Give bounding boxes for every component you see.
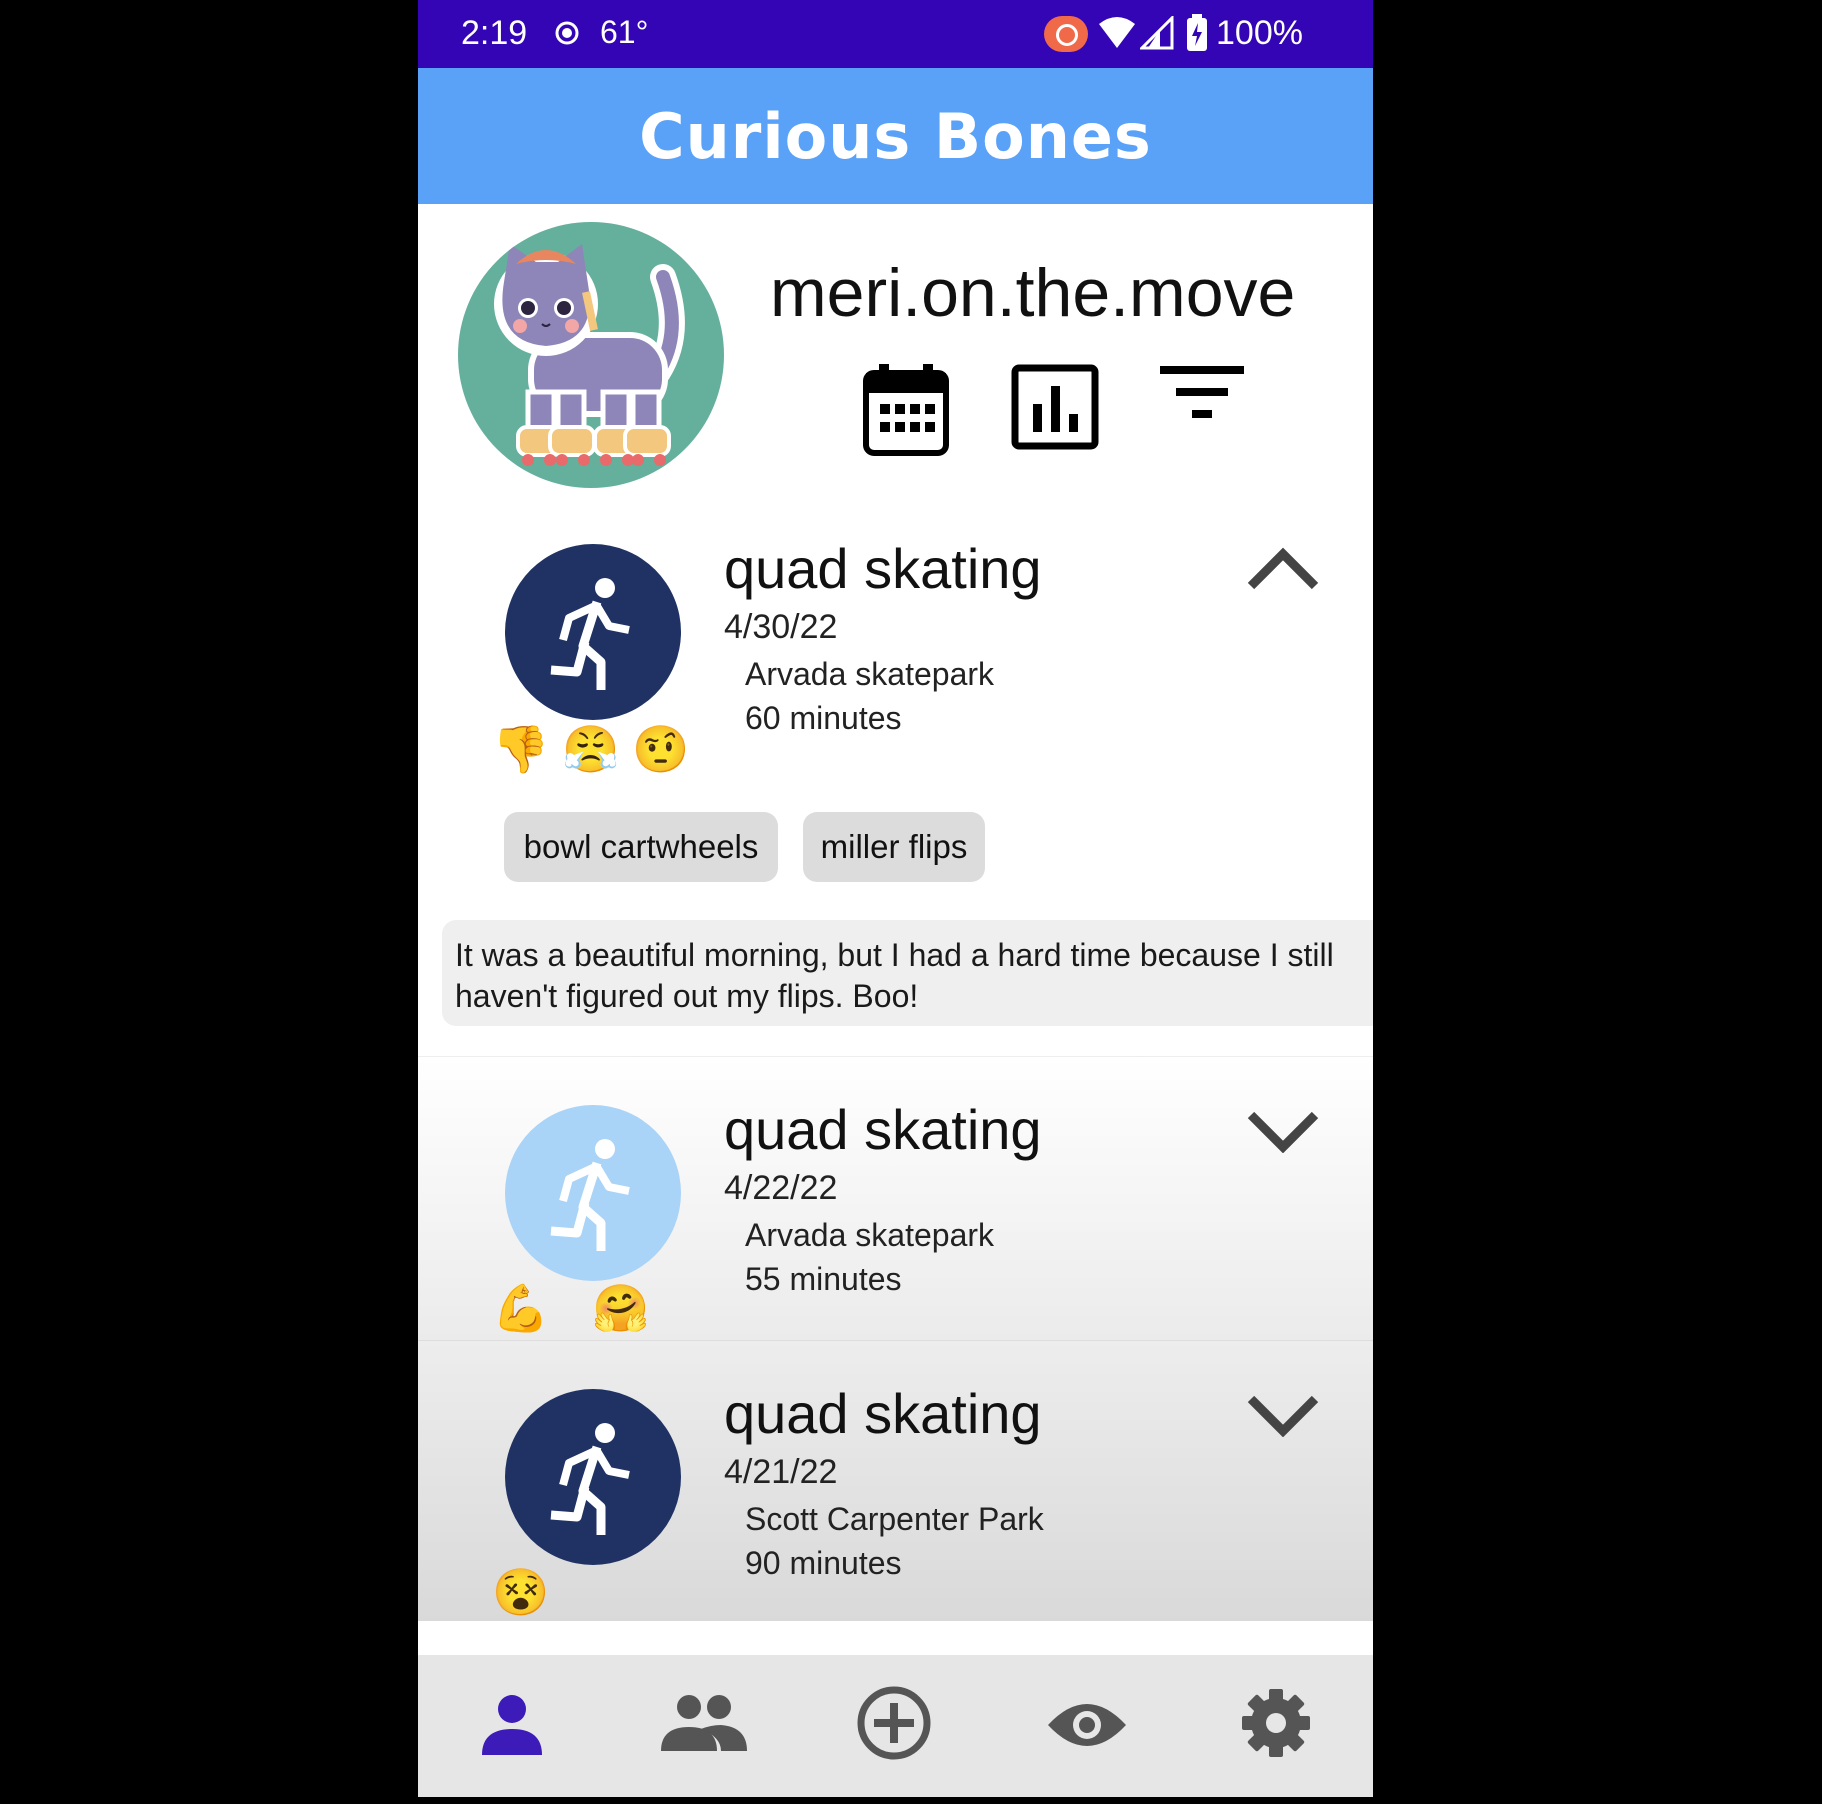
status-bar: 2:19 61° 100% bbox=[418, 0, 1373, 68]
running-person-icon bbox=[550, 1423, 630, 1535]
entry-note: It was a beautiful morning, but I had a … bbox=[442, 920, 1373, 1026]
chevron-down-icon[interactable] bbox=[1246, 1109, 1320, 1153]
add-icon[interactable] bbox=[856, 1685, 932, 1761]
profile-header: meri.on.the.move bbox=[418, 204, 1373, 497]
friends-icon[interactable] bbox=[661, 1693, 747, 1755]
mood-emoji: 👎 bbox=[492, 723, 550, 775]
screen-record-icon bbox=[1044, 16, 1088, 52]
settings-icon[interactable] bbox=[1240, 1687, 1312, 1759]
activity-duration: 90 minutes bbox=[745, 1545, 902, 1581]
profile-icon[interactable] bbox=[480, 1693, 544, 1757]
bar-chart-icon[interactable] bbox=[1011, 364, 1099, 450]
activity-icon-circle bbox=[505, 1389, 681, 1565]
activity-location: Scott Carpenter Park bbox=[745, 1501, 1044, 1537]
mood-emoji: 🤗 bbox=[592, 1282, 650, 1334]
activity-title: quad skating bbox=[724, 1382, 1042, 1445]
activity-date: 4/30/22 bbox=[724, 608, 838, 646]
filter-icon[interactable] bbox=[1160, 364, 1244, 424]
calendar-icon[interactable] bbox=[863, 364, 949, 456]
username: meri.on.the.move bbox=[770, 255, 1296, 331]
app-bar: Curious Bones bbox=[418, 68, 1373, 204]
app-title: Curious Bones bbox=[639, 99, 1152, 173]
activity-location: Arvada skatepark bbox=[745, 656, 995, 692]
signal-icon bbox=[1140, 16, 1174, 50]
running-person-icon bbox=[550, 578, 630, 690]
mood-emoji: 🤨 bbox=[632, 723, 690, 775]
phone-screen: 2:19 61° 100% Curious Bones meri.on.the.… bbox=[418, 0, 1373, 1797]
activity-duration: 55 minutes bbox=[745, 1261, 902, 1297]
running-person-icon bbox=[550, 1139, 630, 1251]
skill-tag[interactable]: bowl cartwheels bbox=[504, 812, 778, 882]
battery-level: 100% bbox=[1216, 14, 1303, 52]
eye-icon[interactable] bbox=[1046, 1697, 1128, 1753]
mood-emoji: 💪 bbox=[492, 1282, 550, 1334]
activity-entry[interactable]: quad skating 4/30/22 Arvada skatepark 60… bbox=[418, 496, 1373, 1057]
cat-rollerskate-avatar-icon bbox=[494, 244, 685, 466]
location-icon bbox=[555, 21, 579, 45]
activity-title: quad skating bbox=[724, 1098, 1042, 1161]
wifi-icon bbox=[1099, 17, 1135, 48]
chevron-down-icon[interactable] bbox=[1246, 1393, 1320, 1437]
activity-date: 4/21/22 bbox=[724, 1453, 838, 1491]
status-temperature: 61° bbox=[600, 14, 649, 50]
activity-icon-circle bbox=[505, 1105, 681, 1281]
activity-icon-circle bbox=[505, 544, 681, 720]
activity-title: quad skating bbox=[724, 537, 1042, 600]
chevron-up-icon[interactable] bbox=[1246, 546, 1320, 590]
skill-tag[interactable]: miller flips bbox=[803, 812, 985, 882]
activity-duration: 60 minutes bbox=[745, 700, 902, 736]
mood-emoji: 😵 bbox=[492, 1566, 550, 1618]
activity-location: Arvada skatepark bbox=[745, 1217, 995, 1253]
activity-entry[interactable]: quad skating 4/21/22 Scott Carpenter Par… bbox=[418, 1341, 1373, 1621]
mood-emoji: 😤 bbox=[562, 723, 620, 775]
activity-entry[interactable]: quad skating 4/22/22 Arvada skatepark 55… bbox=[418, 1057, 1373, 1341]
bottom-navigation bbox=[418, 1655, 1373, 1797]
activity-date: 4/22/22 bbox=[724, 1169, 838, 1207]
avatar[interactable] bbox=[458, 222, 724, 488]
battery-icon bbox=[1187, 14, 1207, 51]
status-time: 2:19 bbox=[461, 14, 528, 52]
